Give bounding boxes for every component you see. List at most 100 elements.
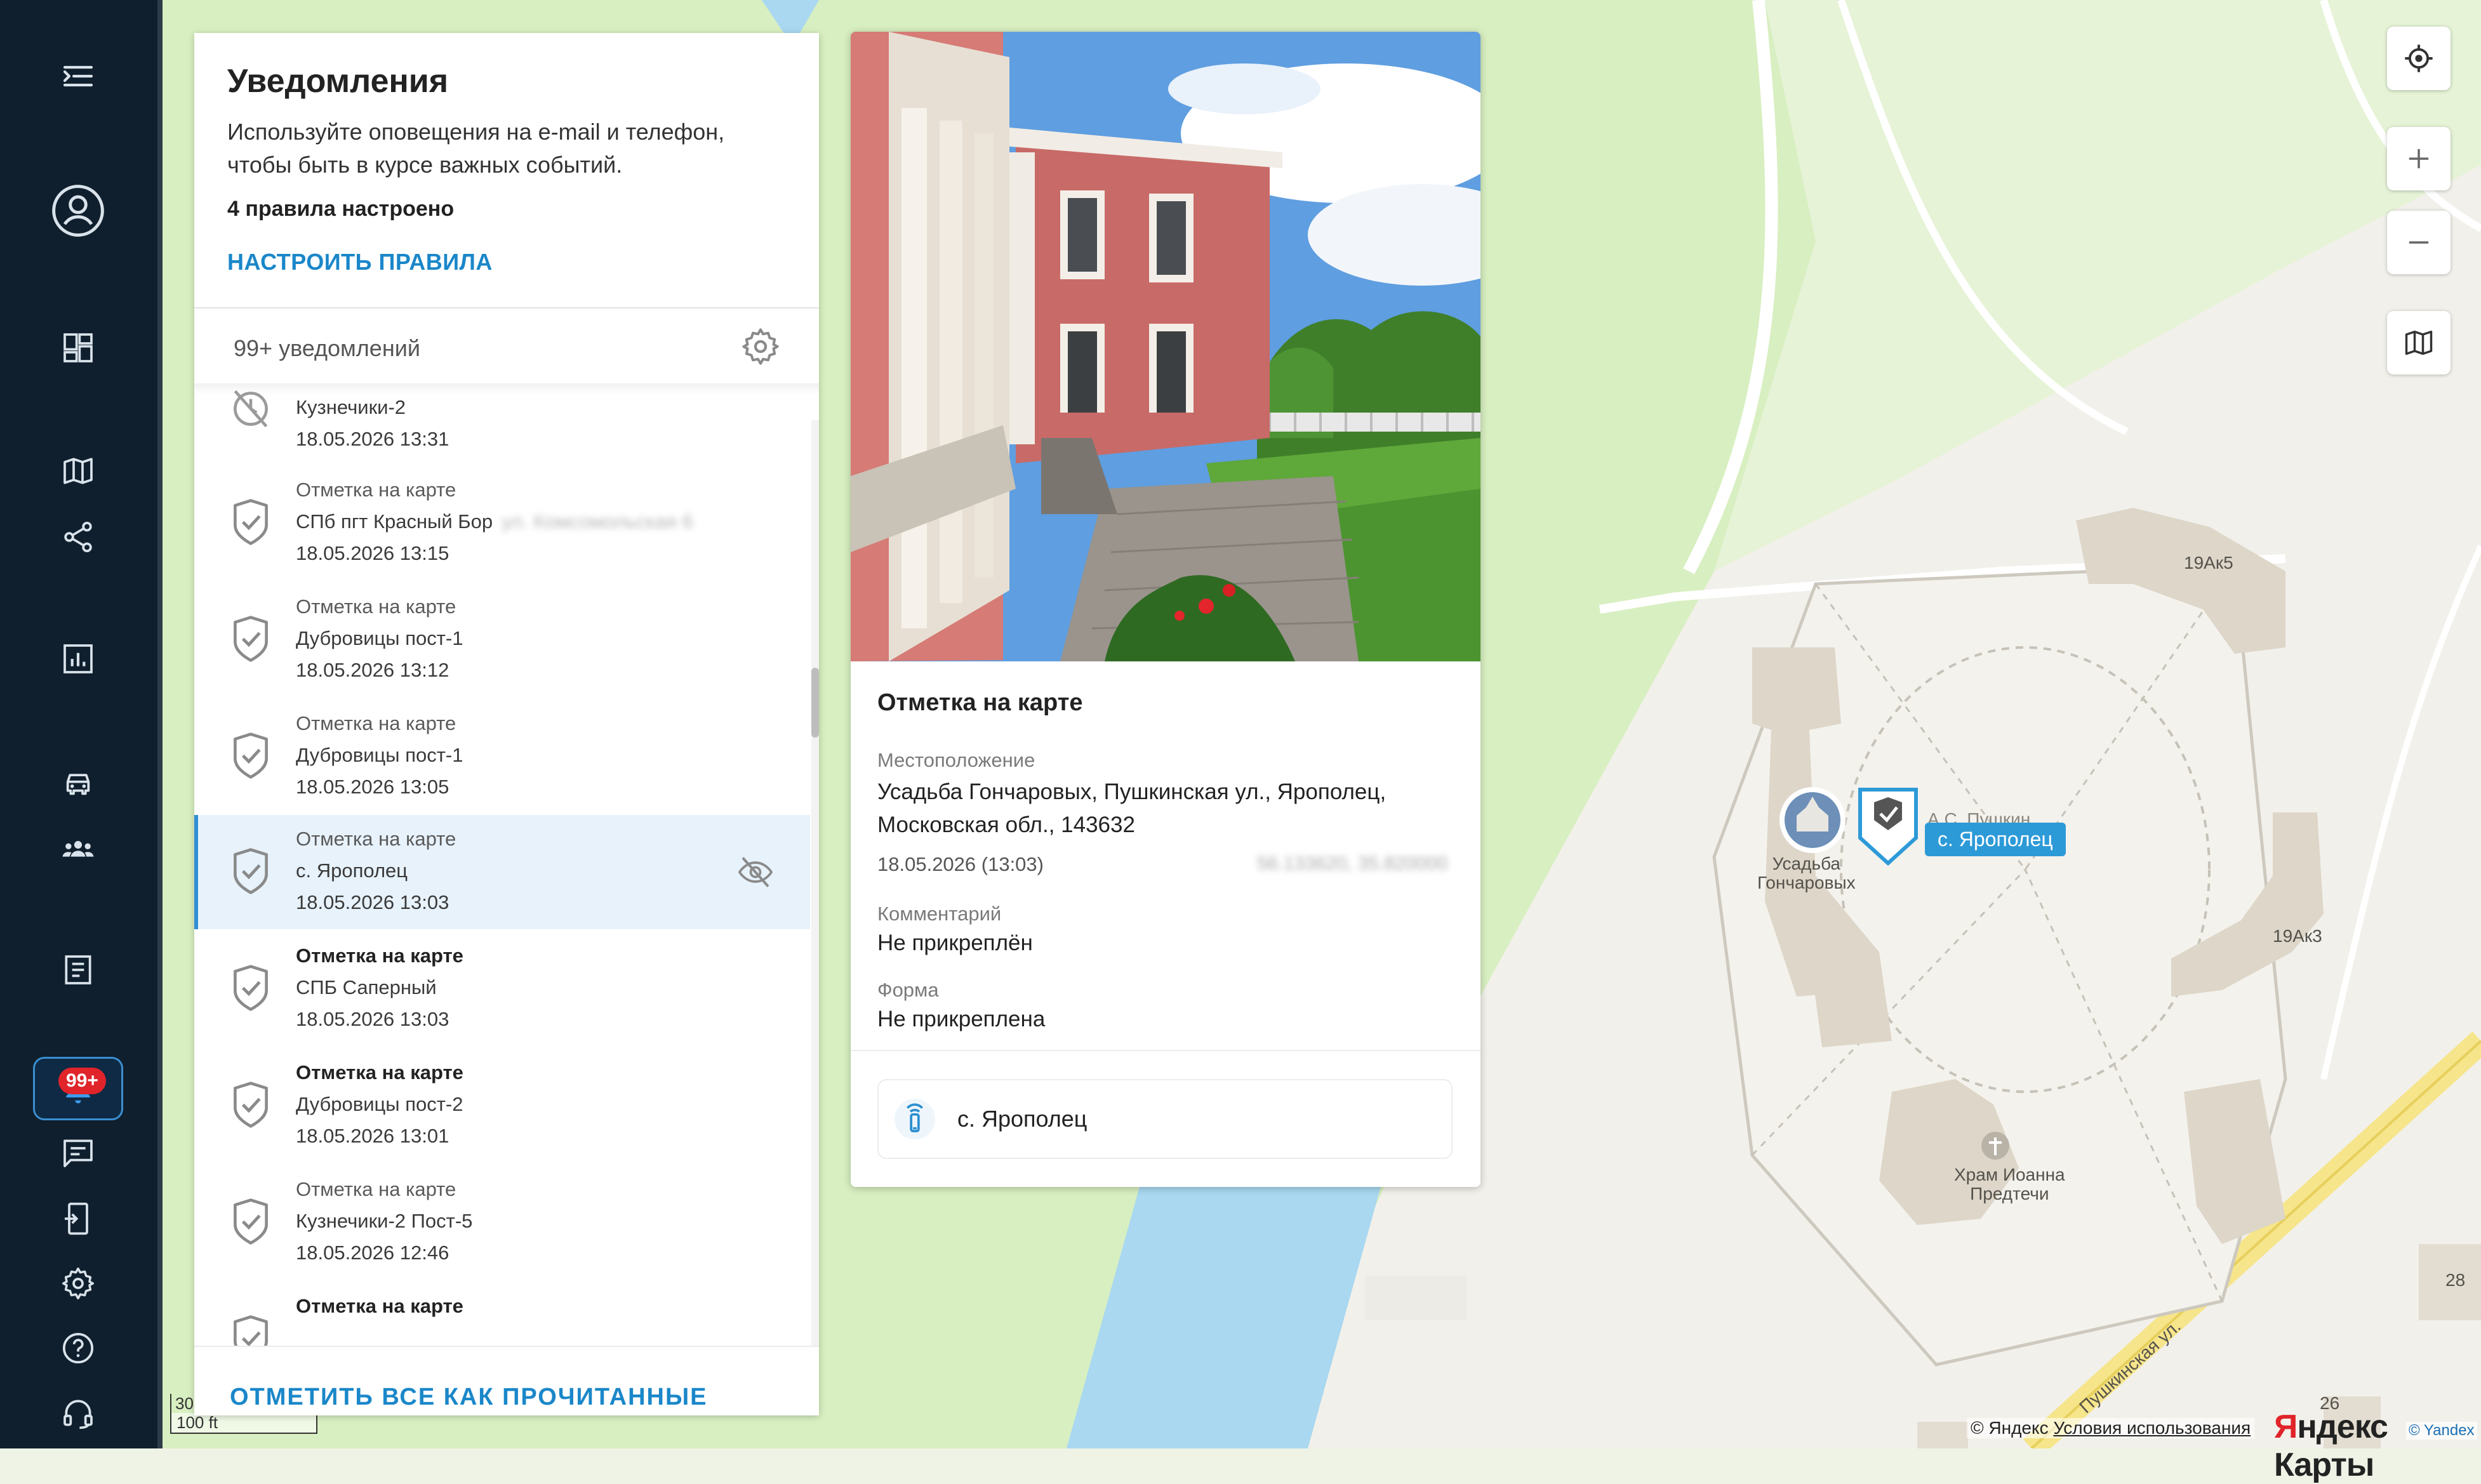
logo-letter: Я <box>2274 1408 2298 1445</box>
divider <box>194 307 819 308</box>
notification-item-selected[interactable]: Отметка на карте с. Ярополец 18.05.2026 … <box>194 815 810 929</box>
detail-title: Отметка на карте <box>877 689 1083 716</box>
sidebar-item-profile[interactable] <box>33 179 123 242</box>
eye-off-icon[interactable] <box>735 853 776 891</box>
form-value: Не прикреплена <box>877 1007 1046 1031</box>
menu-collapse-button[interactable] <box>33 44 123 108</box>
sidebar-item-devices[interactable] <box>33 1187 123 1250</box>
sidebar-item-vehicles[interactable] <box>33 752 123 815</box>
dashboard-icon <box>63 333 93 362</box>
panel-title: Уведомления <box>227 63 449 100</box>
sidebar <box>0 0 157 1448</box>
sidebar-item-tasks[interactable] <box>33 938 123 1002</box>
sidebar-item-settings[interactable] <box>33 1252 123 1315</box>
zoom-out-button[interactable] <box>2387 211 2451 274</box>
sidebar-item-support[interactable] <box>33 1381 123 1445</box>
mark-all-read-button[interactable]: ОТМЕТИТЬ ВСЕ КАК ПРОЧИТАННЫЕ <box>230 1384 708 1411</box>
notification-item[interactable]: Отметка на карте Дубровицы пост-2 18.05.… <box>194 1049 810 1163</box>
shield-check-icon <box>234 1082 268 1128</box>
notification-badge: 99+ <box>58 1068 106 1094</box>
tracker-label: с. Ярополец <box>957 1106 1088 1132</box>
location-label: Местоположение <box>877 749 1035 771</box>
sidebar-edge <box>157 0 163 1448</box>
map-layers-button[interactable] <box>2387 311 2451 374</box>
notification-place: Кузнечики-2 <box>296 396 406 418</box>
location-datetime: 18.05.2026 (13:03) <box>877 853 1044 875</box>
menu-collapse-icon <box>63 65 93 87</box>
shield-check-icon <box>234 732 268 779</box>
map-building-label: 28 <box>2445 1270 2466 1290</box>
comment-value: Не прикреплён <box>877 931 1033 955</box>
share-icon <box>64 521 92 553</box>
notification-type: Отметка на карте <box>296 1061 463 1083</box>
copyright-text: © Яндекс <box>1971 1418 2049 1438</box>
place-text: СПб пгт Красный Бор <box>296 510 493 533</box>
notification-item[interactable]: Отметка на карте СПб пгт Красный Бор ул. … <box>194 466 810 580</box>
notifications-count: 99+ уведомлений <box>234 335 420 361</box>
notification-time: 18.05.2026 13:03 <box>296 891 449 913</box>
yandex-small-link[interactable]: © Yandex <box>2406 1422 2477 1440</box>
notification-place: с. Ярополец <box>296 859 408 882</box>
gear-icon <box>62 1267 95 1300</box>
rules-count: 4 правила настроено <box>227 197 455 221</box>
notification-item[interactable]: Отметка на карте СПБ Саперный 18.05.2026… <box>194 932 810 1046</box>
locate-button[interactable] <box>2387 27 2451 90</box>
notification-time: 18.05.2026 13:05 <box>296 776 449 798</box>
shield-check-icon <box>234 616 268 662</box>
list-scrollbar-track[interactable] <box>811 420 819 1346</box>
location-coords-blurred: 56.133620, 35.820000 <box>1257 853 1448 874</box>
sidebar-item-reports[interactable] <box>33 627 123 691</box>
location-photo[interactable] <box>851 32 1480 661</box>
notification-item[interactable]: Отметка на карте Дубровицы пост-1 18.05.… <box>194 699 810 814</box>
sidebar-item-employees[interactable] <box>33 818 123 881</box>
notification-item[interactable]: Отметка на карте Кузнечики-2 Пост-5 18.0… <box>194 1165 810 1280</box>
sidebar-item-dashboard[interactable] <box>33 316 123 380</box>
notification-place: СПБ Саперный <box>296 976 437 998</box>
sidebar-item-help[interactable] <box>33 1316 123 1380</box>
notification-time: 18.05.2026 13:15 <box>296 542 449 564</box>
notification-time: 18.05.2026 13:01 <box>296 1125 449 1147</box>
scale-bottom-label: 100 ft <box>170 1413 317 1434</box>
tracker-device-icon <box>894 1098 936 1140</box>
shield-check-icon <box>234 848 268 894</box>
configure-rules-button[interactable]: НАСТРОИТЬ ПРАВИЛА <box>227 249 493 275</box>
zoom-out-icon <box>2409 241 2429 244</box>
notification-item[interactable]: Отметка на карте <box>194 1282 810 1346</box>
car-icon <box>66 774 90 795</box>
sidebar-item-map[interactable] <box>33 439 123 503</box>
comment-label: Комментарий <box>877 903 1002 925</box>
notification-settings-icon[interactable] <box>740 326 781 367</box>
map-marker-tooltip[interactable]: с. Ярополец <box>1925 823 2066 856</box>
terms-link[interactable]: Условия использования <box>2053 1418 2251 1438</box>
notification-type: Отметка на карте <box>296 1295 463 1317</box>
notification-time: 18.05.2026 12:46 <box>296 1242 449 1264</box>
notification-type: Отметка на карте <box>296 595 456 618</box>
notification-time: 18.05.2026 13:03 <box>296 1008 449 1030</box>
zoom-in-button[interactable] <box>2387 127 2451 190</box>
sidebar-item-messages[interactable] <box>33 1121 123 1184</box>
zoom-in-icon <box>2409 149 2429 169</box>
map-building-label: 19Ак3 <box>2273 926 2322 946</box>
map-poi-estate-label[interactable]: Усадьба Гончаровых <box>1757 854 1856 892</box>
notification-place: СПб пгт Красный Бор ул. Комсомольская 6 <box>296 510 693 533</box>
sidebar-item-share[interactable] <box>33 505 123 569</box>
form-label: Форма <box>877 979 939 1001</box>
list-scrollbar-thumb[interactable] <box>811 668 819 738</box>
document-icon <box>65 955 91 984</box>
clock-off-icon <box>234 390 268 428</box>
notification-item[interactable]: Отметка на карте Дубровицы пост-1 18.05.… <box>194 583 810 697</box>
location-value: Усадьба Гончаровых, Пушкинская ул., Яроп… <box>877 779 1387 837</box>
map-building-label: 19Ак5 <box>2184 553 2233 573</box>
notification-detail-card: Отметка на карте Местоположение Усадьба … <box>851 32 1480 1187</box>
panel-description: Используйте оповещения на e-mail и телеф… <box>227 119 725 178</box>
shield-check-icon <box>234 1315 268 1346</box>
map-copyright: © Яндекс Условия использования <box>1967 1418 2255 1438</box>
notifications-list[interactable]: Кузнечики-2 18.05.2026 13:31 Отметка на … <box>194 386 810 1346</box>
notification-place: Дубровицы пост-2 <box>296 1093 463 1115</box>
shield-check-icon <box>234 1198 268 1245</box>
map-poi-church-label[interactable]: Храм Иоанна Предтечи <box>1954 1165 2065 1203</box>
user-circle-icon <box>52 185 104 237</box>
tracker-chip[interactable]: с. Ярополец <box>877 1079 1453 1159</box>
notification-item[interactable]: Кузнечики-2 18.05.2026 13:31 <box>194 386 810 466</box>
notification-type: Отметка на карте <box>296 828 456 850</box>
